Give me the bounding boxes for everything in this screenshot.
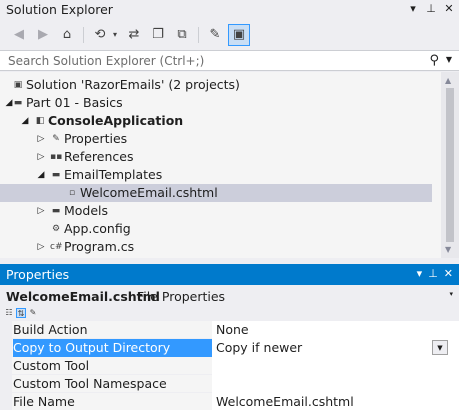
- property-name[interactable]: Custom Tool Namespace: [13, 375, 212, 393]
- collapse-all-button[interactable]: ❐: [147, 24, 169, 46]
- config-file-icon: ⚙: [51, 224, 61, 234]
- tree-item-label: Solution 'RazorEmails' (2 projects): [26, 77, 240, 92]
- preview-selected-items-button[interactable]: ▣: [228, 23, 250, 46]
- tree-item[interactable]: ◢ ▬ EmailTemplates: [0, 166, 432, 184]
- tree-item[interactable]: ◢ ◧ ConsoleApplication: [0, 112, 432, 130]
- property-row[interactable]: Custom Tool: [0, 357, 459, 375]
- tree-item[interactable]: ⚙ App.config: [0, 220, 432, 238]
- property-value[interactable]: [212, 357, 459, 375]
- tree-item-label: References: [64, 149, 134, 164]
- csharp-file-icon: c#: [50, 242, 63, 252]
- sync-with-active-document-button[interactable]: ⇄: [123, 24, 145, 46]
- references-icon: ▪▪: [50, 152, 63, 162]
- tree-item-label: WelcomeEmail.cshtml: [80, 185, 218, 200]
- tree-item-label: App.config: [64, 221, 131, 236]
- pending-changes-filter-button[interactable]: ⟲: [89, 24, 111, 46]
- close-icon[interactable]: ✕: [443, 2, 455, 15]
- object-type: File Properties: [137, 289, 226, 304]
- tree-item-label: Properties: [64, 131, 128, 146]
- property-row[interactable]: File Name WelcomeEmail.cshtml: [0, 393, 459, 410]
- properties-wrench-button[interactable]: ✎: [204, 24, 226, 46]
- properties-toolbar: ☷ ⇅ ✎: [0, 306, 459, 320]
- object-selector[interactable]: WelcomeEmail.cshtml File Properties ▾: [0, 286, 459, 306]
- tree-item-label: Models: [64, 203, 109, 218]
- solution-tree: ▣ Solution 'RazorEmails' (2 projects) ◢ ▬ Pa…: [0, 72, 459, 258]
- wrench-icon: ✎: [52, 134, 60, 144]
- chevron-down-icon[interactable]: ▾: [449, 290, 453, 298]
- file-icon: ▫: [68, 188, 76, 198]
- vertical-scrollbar[interactable]: ▲ ▼: [441, 72, 459, 258]
- dropdown-button[interactable]: ▼: [432, 340, 448, 355]
- property-name[interactable]: File Name: [13, 393, 212, 410]
- scroll-down-icon[interactable]: ▼: [445, 245, 451, 254]
- property-value[interactable]: [212, 375, 459, 393]
- tree-item[interactable]: ▷ ▬ Models: [0, 202, 432, 220]
- tree-item[interactable]: ▫ WelcomeEmail.cshtml: [0, 184, 432, 202]
- expanded-arrow-icon[interactable]: ◢: [20, 112, 30, 130]
- collapsed-arrow-icon[interactable]: ▷: [36, 202, 46, 220]
- solution-icon: ▣: [13, 80, 23, 90]
- home-button[interactable]: ⌂: [56, 24, 78, 46]
- tree-item-label: EmailTemplates: [64, 167, 163, 182]
- collapsed-arrow-icon[interactable]: ▷: [36, 238, 46, 256]
- pin-icon[interactable]: ⊥: [428, 267, 438, 280]
- folder-icon: ▬: [51, 170, 61, 180]
- collapsed-arrow-icon[interactable]: ▷: [36, 148, 46, 166]
- expanded-arrow-icon[interactable]: ◢: [36, 166, 46, 184]
- folder-icon: ▬: [13, 98, 23, 108]
- tree-item-label: ConsoleApplication: [48, 113, 184, 128]
- chevron-down-icon[interactable]: ▾: [113, 30, 121, 39]
- tree-item-label: Part 01 - Basics: [26, 95, 123, 110]
- property-grid: Build Action None Copy to Output Directory…: [0, 321, 459, 410]
- tree-item[interactable]: ▷ ✎ Properties: [0, 130, 432, 148]
- pin-icon[interactable]: ⊥: [425, 2, 437, 15]
- solution-explorer-toolbar: ◀ ▶ ⌂ ⟲ ▾ ⇄ ❐ ⧉ ✎ ▣: [0, 22, 459, 47]
- scroll-up-icon[interactable]: ▲: [445, 76, 451, 85]
- back-button[interactable]: ◀: [8, 24, 30, 46]
- csharp-project-icon: ◧: [35, 116, 45, 126]
- property-value[interactable]: WelcomeEmail.cshtml: [212, 393, 459, 410]
- categorized-icon[interactable]: ☷: [4, 308, 14, 318]
- tree-item-label: Program.cs: [64, 239, 135, 254]
- search-box[interactable]: Search Solution Explorer (Ctrl+;) ⚲ ▼: [0, 50, 459, 71]
- property-pages-icon[interactable]: ✎: [28, 308, 38, 318]
- toolbar-separator: [83, 26, 84, 43]
- property-row[interactable]: Build Action None: [0, 321, 459, 339]
- pin-dropdown-icon[interactable]: ▾: [417, 267, 423, 280]
- forward-button[interactable]: ▶: [32, 24, 54, 46]
- tree-item[interactable]: ▷ c# Program.cs: [0, 238, 432, 256]
- tree-item[interactable]: ▷ ▪▪ References: [0, 148, 432, 166]
- properties-titlebar: Properties ▾ ⊥ ✕: [0, 264, 459, 285]
- collapsed-arrow-icon[interactable]: ▷: [36, 130, 46, 148]
- property-name[interactable]: Build Action: [13, 321, 212, 339]
- search-options-chevron-icon[interactable]: ▼: [446, 55, 452, 64]
- pin-dropdown-icon[interactable]: ▾: [407, 2, 419, 15]
- property-row[interactable]: Custom Tool Namespace: [0, 375, 459, 393]
- property-row[interactable]: Copy to Output Directory Copy if newer ▼: [0, 339, 459, 357]
- toolbar-separator: [198, 26, 199, 43]
- solution-explorer-title: Solution Explorer: [6, 2, 113, 17]
- tree-item[interactable]: ◢ ▬ Part 01 - Basics: [0, 94, 432, 112]
- folder-icon: ▬: [51, 206, 61, 216]
- alphabetical-icon[interactable]: ⇅: [16, 308, 26, 318]
- properties-title: Properties: [6, 267, 70, 282]
- solution-explorer-titlebar: Solution Explorer ▾ ⊥ ✕: [0, 0, 459, 20]
- property-name[interactable]: Copy to Output Directory: [13, 339, 212, 357]
- property-name[interactable]: Custom Tool: [13, 357, 212, 375]
- property-value[interactable]: Copy if newer: [212, 339, 459, 357]
- scrollbar-thumb[interactable]: [446, 88, 454, 242]
- close-icon[interactable]: ✕: [444, 267, 453, 280]
- search-input[interactable]: Search Solution Explorer (Ctrl+;): [8, 54, 204, 68]
- show-all-files-button[interactable]: ⧉: [171, 24, 193, 46]
- tree-item[interactable]: ▣ Solution 'RazorEmails' (2 projects): [0, 76, 432, 94]
- search-icon[interactable]: ⚲: [429, 53, 439, 68]
- property-value[interactable]: None: [212, 321, 459, 339]
